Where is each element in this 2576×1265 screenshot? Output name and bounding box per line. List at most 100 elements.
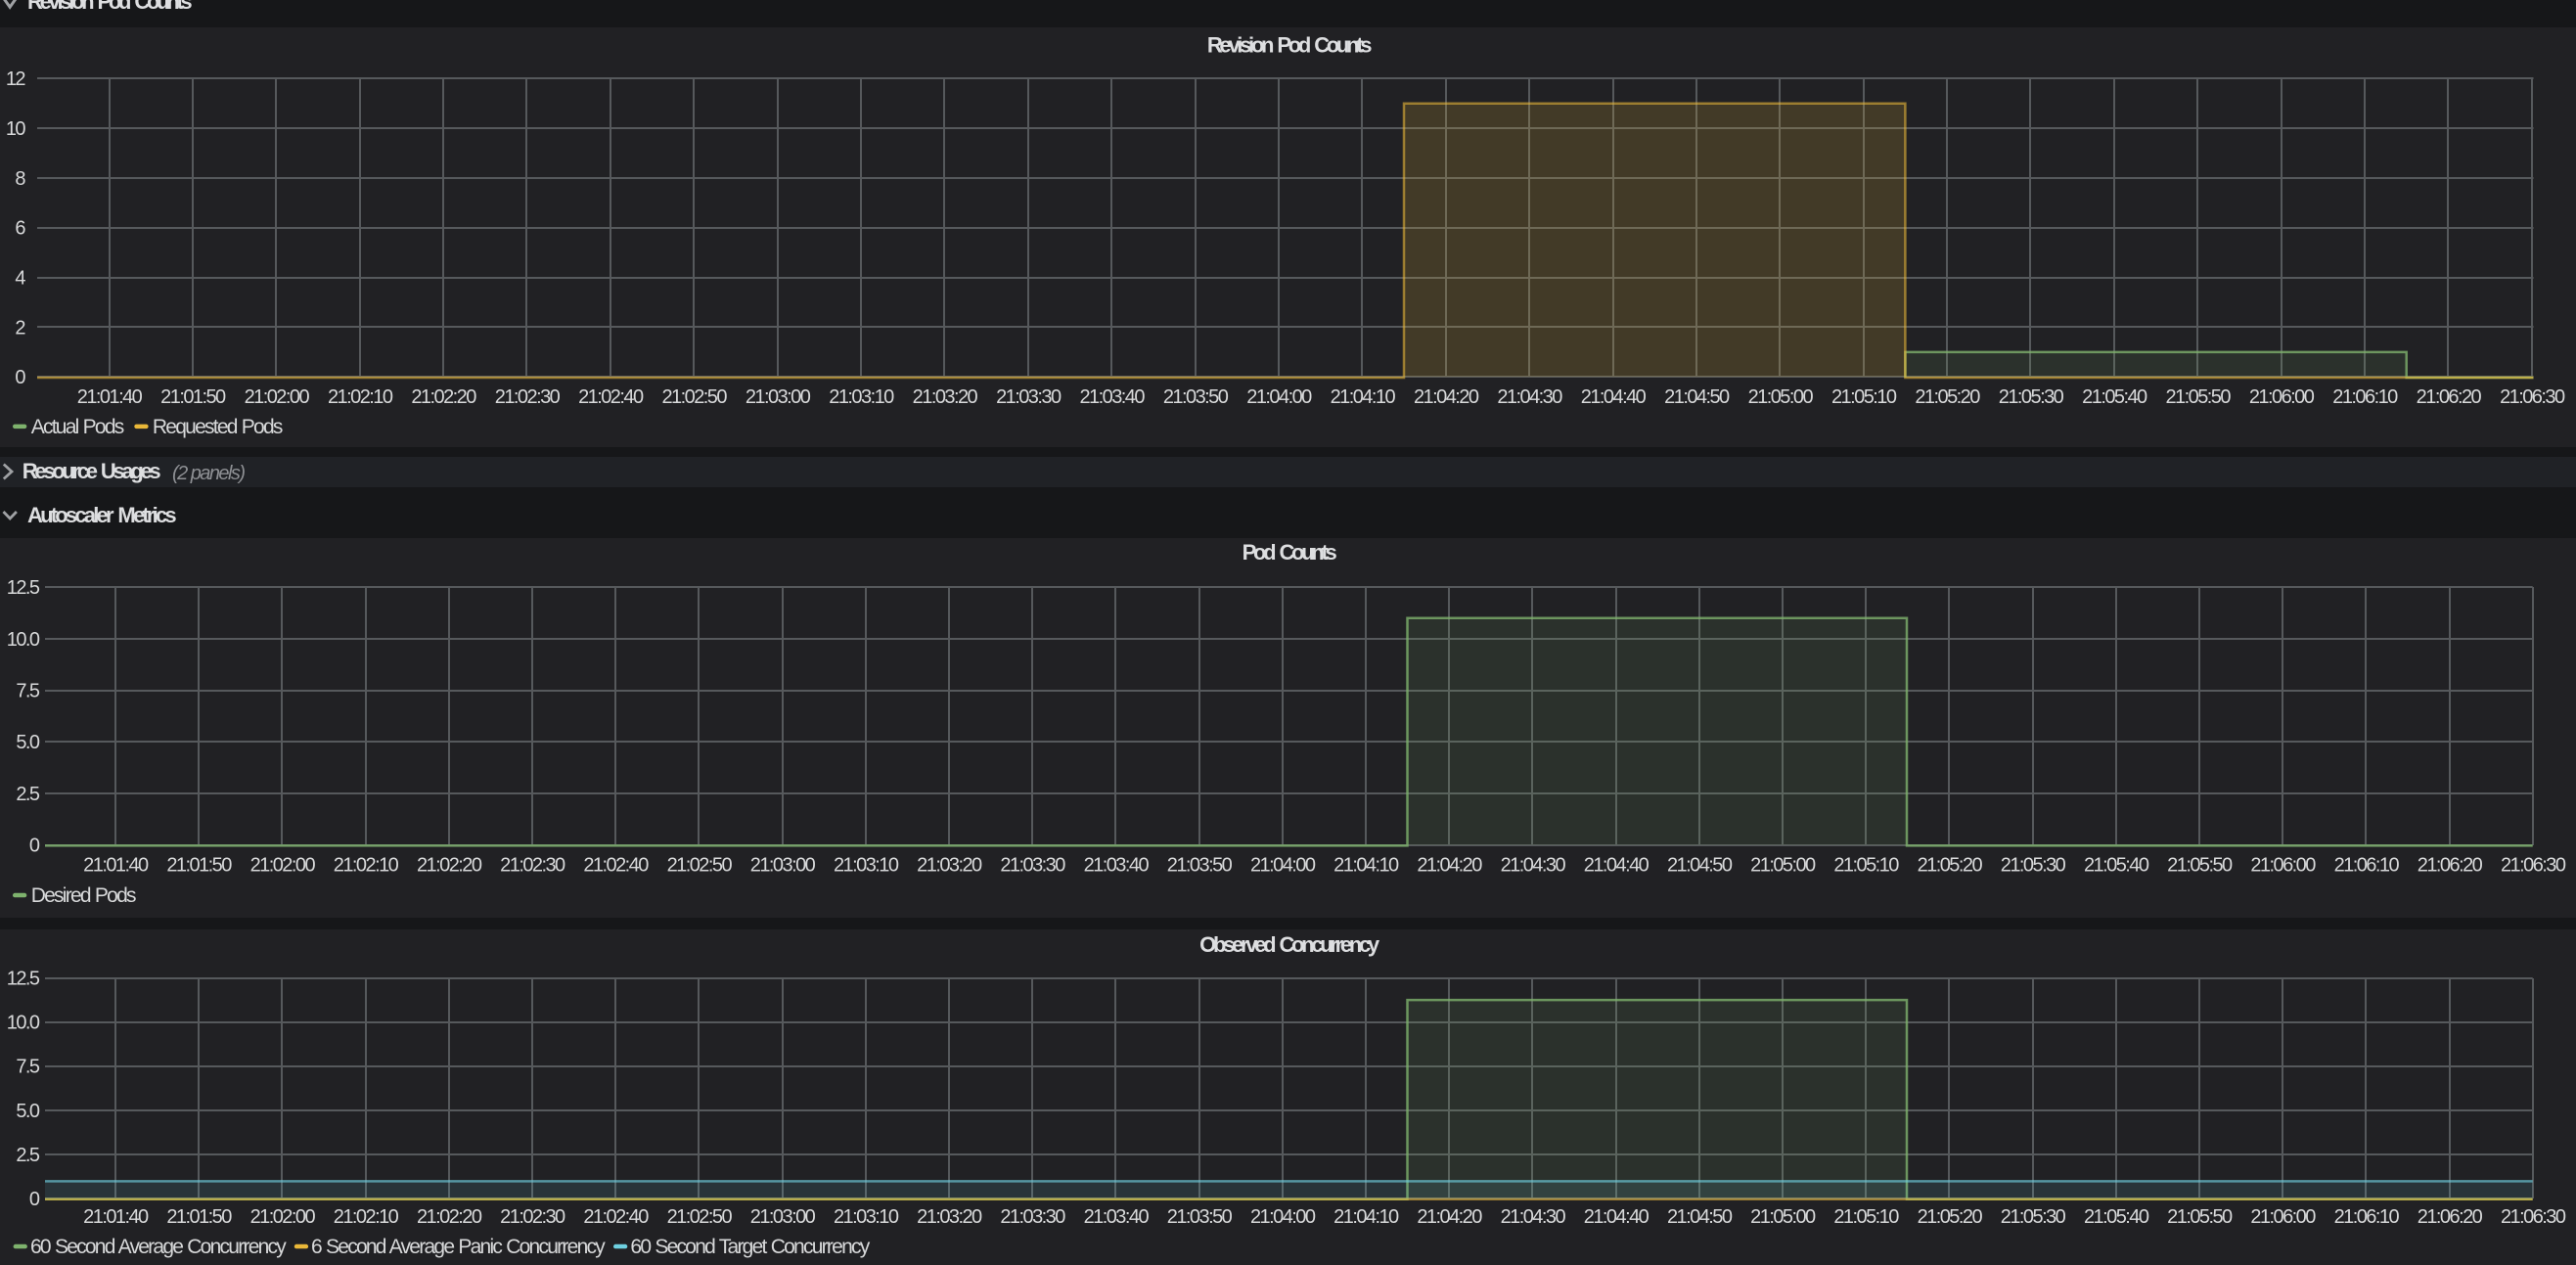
svg-text:21:01:40: 21:01:40 [83, 1206, 149, 1228]
svg-text:Pod Counts: Pod Counts [1243, 540, 1337, 565]
svg-text:21:02:40: 21:02:40 [583, 854, 649, 876]
svg-text:21:02:10: 21:02:10 [334, 1206, 399, 1228]
svg-text:2: 2 [15, 317, 25, 339]
svg-text:21:06:20: 21:06:20 [2418, 854, 2483, 876]
svg-text:21:04:30: 21:04:30 [1501, 854, 1566, 876]
svg-text:5.0: 5.0 [16, 1101, 40, 1122]
svg-text:21:01:50: 21:01:50 [166, 854, 232, 876]
svg-text:21:05:30: 21:05:30 [2001, 1206, 2066, 1228]
svg-text:21:02:00: 21:02:00 [245, 386, 310, 408]
svg-text:21:03:20: 21:03:20 [913, 386, 978, 408]
svg-text:21:05:20: 21:05:20 [1918, 1206, 1983, 1228]
svg-text:21:05:10: 21:05:10 [1833, 1206, 1899, 1228]
svg-text:21:04:00: 21:04:00 [1250, 1206, 1316, 1228]
svg-text:21:05:00: 21:05:00 [1750, 1206, 1816, 1228]
svg-text:21:04:50: 21:04:50 [1667, 1206, 1733, 1228]
svg-text:21:02:50: 21:02:50 [661, 386, 727, 408]
svg-text:21:04:40: 21:04:40 [1584, 854, 1650, 876]
svg-text:21:04:40: 21:04:40 [1584, 1206, 1650, 1228]
svg-text:21:01:50: 21:01:50 [160, 386, 226, 408]
svg-text:Revision Pod Counts: Revision Pod Counts [1207, 33, 1372, 58]
svg-text:21:04:20: 21:04:20 [1417, 1206, 1482, 1228]
svg-text:21:02:10: 21:02:10 [334, 854, 399, 876]
svg-text:21:03:10: 21:03:10 [834, 854, 899, 876]
svg-text:21:02:00: 21:02:00 [250, 854, 316, 876]
svg-text:21:05:50: 21:05:50 [2167, 1206, 2233, 1228]
svg-text:21:03:00: 21:03:00 [750, 854, 816, 876]
svg-text:8: 8 [15, 168, 25, 190]
svg-text:21:04:20: 21:04:20 [1414, 386, 1479, 408]
svg-text:Actual Pods: Actual Pods [31, 416, 124, 438]
svg-text:21:04:10: 21:04:10 [1333, 1206, 1399, 1228]
svg-text:0: 0 [29, 1189, 40, 1210]
svg-text:21:03:00: 21:03:00 [746, 386, 811, 408]
svg-text:Observed Concurrency: Observed Concurrency [1199, 932, 1380, 957]
svg-text:21:06:00: 21:06:00 [2250, 1206, 2316, 1228]
svg-text:6: 6 [15, 218, 25, 240]
svg-text:21:06:20: 21:06:20 [2418, 1206, 2483, 1228]
svg-text:21:01:40: 21:01:40 [83, 854, 149, 876]
svg-text:21:04:10: 21:04:10 [1333, 854, 1399, 876]
svg-text:21:03:50: 21:03:50 [1167, 854, 1233, 876]
svg-text:21:06:20: 21:06:20 [2417, 386, 2482, 408]
svg-text:21:04:40: 21:04:40 [1581, 386, 1647, 408]
svg-text:21:05:40: 21:05:40 [2084, 854, 2149, 876]
svg-text:21:01:50: 21:01:50 [166, 1206, 232, 1228]
svg-text:60 Second Target Concurrency: 60 Second Target Concurrency [630, 1236, 870, 1258]
svg-text:7.5: 7.5 [16, 1057, 40, 1078]
svg-text:10: 10 [6, 118, 26, 140]
svg-text:21:05:00: 21:05:00 [1750, 854, 1816, 876]
svg-text:21:02:50: 21:02:50 [667, 1206, 733, 1228]
svg-text:21:05:50: 21:05:50 [2165, 386, 2231, 408]
svg-text:21:03:20: 21:03:20 [917, 854, 982, 876]
svg-text:21:01:40: 21:01:40 [77, 386, 143, 408]
svg-text:21:04:30: 21:04:30 [1501, 1206, 1566, 1228]
svg-text:21:03:30: 21:03:30 [1000, 854, 1065, 876]
svg-text:21:03:10: 21:03:10 [829, 386, 894, 408]
svg-text:21:06:30: 21:06:30 [2501, 1206, 2566, 1228]
svg-text:5.0: 5.0 [16, 732, 40, 753]
svg-text:21:05:40: 21:05:40 [2082, 386, 2147, 408]
svg-text:21:05:30: 21:05:30 [2001, 854, 2066, 876]
svg-text:21:02:40: 21:02:40 [583, 1206, 649, 1228]
svg-text:12.5: 12.5 [7, 969, 40, 990]
svg-text:Requested Pods: Requested Pods [153, 416, 283, 438]
svg-text:21:04:30: 21:04:30 [1497, 386, 1562, 408]
svg-text:21:02:30: 21:02:30 [495, 386, 561, 408]
svg-text:21:03:40: 21:03:40 [1084, 1206, 1150, 1228]
svg-text:21:02:20: 21:02:20 [411, 386, 476, 408]
svg-text:21:04:50: 21:04:50 [1667, 854, 1733, 876]
svg-text:60 Second Average Concurrency: 60 Second Average Concurrency [30, 1236, 287, 1258]
svg-text:21:02:10: 21:02:10 [328, 386, 393, 408]
svg-text:21:04:00: 21:04:00 [1246, 386, 1312, 408]
svg-text:12: 12 [6, 68, 26, 90]
svg-text:21:05:00: 21:05:00 [1748, 386, 1814, 408]
svg-text:21:05:30: 21:05:30 [1999, 386, 2064, 408]
svg-text:21:06:30: 21:06:30 [2500, 386, 2565, 408]
svg-text:21:03:10: 21:03:10 [834, 1206, 899, 1228]
svg-text:21:05:50: 21:05:50 [2167, 854, 2233, 876]
svg-text:21:06:00: 21:06:00 [2249, 386, 2315, 408]
svg-text:21:04:50: 21:04:50 [1664, 386, 1730, 408]
svg-text:21:03:30: 21:03:30 [996, 386, 1062, 408]
svg-text:21:02:30: 21:02:30 [500, 854, 565, 876]
svg-text:21:02:30: 21:02:30 [500, 1206, 565, 1228]
svg-text:21:02:20: 21:02:20 [417, 1206, 482, 1228]
svg-text:21:05:10: 21:05:10 [1831, 386, 1897, 408]
svg-text:21:06:00: 21:06:00 [2250, 854, 2316, 876]
svg-text:21:04:10: 21:04:10 [1331, 386, 1396, 408]
svg-text:21:06:10: 21:06:10 [2334, 1206, 2400, 1228]
svg-text:7.5: 7.5 [16, 681, 40, 702]
svg-text:21:03:40: 21:03:40 [1079, 386, 1145, 408]
svg-text:21:03:50: 21:03:50 [1167, 1206, 1233, 1228]
svg-text:21:02:40: 21:02:40 [578, 386, 644, 408]
svg-text:Desired Pods: Desired Pods [31, 884, 136, 907]
svg-text:21:02:50: 21:02:50 [667, 854, 733, 876]
svg-text:2.5: 2.5 [16, 784, 40, 805]
svg-text:21:03:30: 21:03:30 [1000, 1206, 1065, 1228]
svg-text:10.0: 10.0 [7, 629, 40, 651]
svg-text:21:06:10: 21:06:10 [2332, 386, 2398, 408]
svg-text:6 Second Average Panic Concurr: 6 Second Average Panic Concurrency [311, 1236, 606, 1258]
svg-text:4: 4 [15, 268, 25, 290]
svg-text:21:02:00: 21:02:00 [250, 1206, 316, 1228]
